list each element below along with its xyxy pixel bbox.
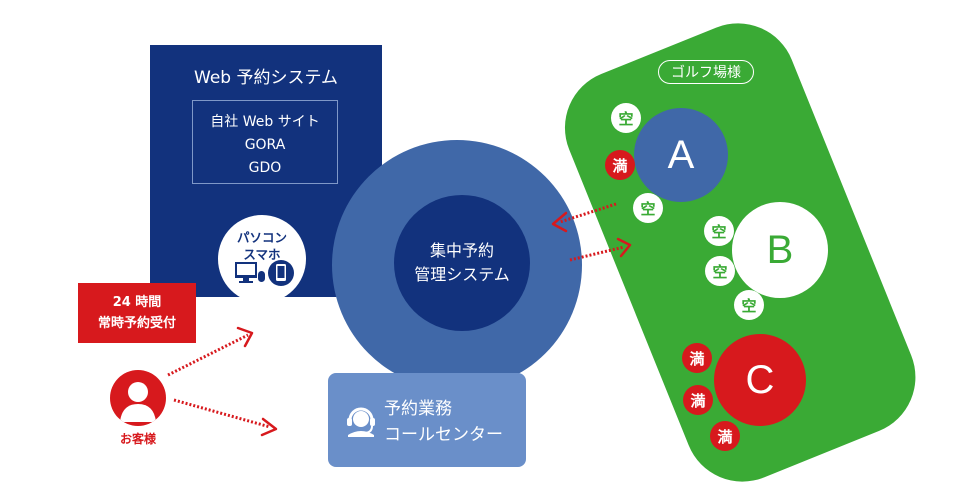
slot-full: 満 (682, 343, 712, 373)
arrow-customer-to-web (167, 333, 249, 377)
slot-full: 満 (605, 150, 635, 180)
course-c: C (714, 334, 806, 426)
slot-full: 満 (683, 385, 713, 415)
arrowhead (551, 211, 568, 233)
slot-open: 空 (705, 256, 735, 286)
slot-open: 空 (704, 216, 734, 246)
slot-full: 満 (710, 421, 740, 451)
course-a: A (634, 108, 728, 202)
flow-arrows (167, 202, 632, 437)
slot-open: 空 (611, 103, 641, 133)
arrow-customer-to-callcenter (173, 398, 271, 429)
arrow-hub-to-golf (569, 245, 625, 262)
slot-open: 空 (633, 193, 663, 223)
course-b: B (732, 202, 828, 298)
arrow-golf-to-hub (559, 202, 617, 224)
arrowhead (260, 417, 278, 437)
slot-open: 空 (734, 290, 764, 320)
arrowhead (616, 237, 632, 258)
